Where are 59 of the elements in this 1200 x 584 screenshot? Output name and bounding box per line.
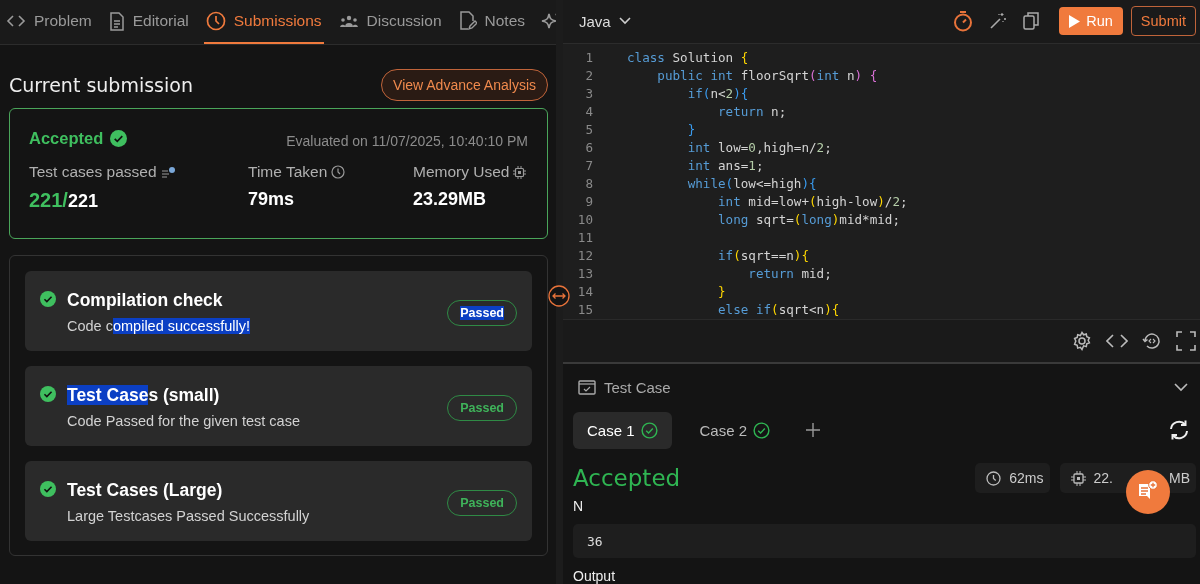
code-line: } [686, 122, 696, 138]
line-number: 4 [584, 104, 593, 120]
code-line: int mid=low+(high-low)/2; [717, 194, 908, 210]
input-field[interactable]: 36 [573, 524, 1196, 558]
code-line: return mid; [747, 266, 832, 282]
check-title: Test Cases (Large) [67, 480, 224, 501]
code-line: class Solution { [627, 50, 749, 66]
code-line: else if(sqrt<n){ [717, 302, 840, 318]
stat-label: Time Taken [248, 163, 328, 181]
section-heading: Current submission [9, 74, 193, 96]
line-number: 6 [584, 140, 593, 156]
line-number: 3 [584, 86, 593, 102]
line-number: 12 [577, 248, 593, 264]
view-analysis-button[interactable]: View Advance Analysis [381, 69, 548, 101]
evaluated-time: Evaluated on 11/07/2025, 10:40:10 PM [286, 132, 528, 149]
stat-label: Memory Used [413, 163, 510, 181]
language-dropdown[interactable]: Java [573, 12, 637, 31]
stat-value: 23.29MB [413, 189, 488, 210]
line-number: 2 [584, 68, 593, 84]
code-line: int low=0,high=n/2; [686, 140, 832, 156]
output-label: Output [573, 568, 617, 584]
code-line: if(n<2){ [686, 86, 749, 102]
case-tab[interactable]: Case 1 [573, 411, 672, 449]
check-title: Test Cases (small) [67, 385, 221, 406]
line-number: 15 [577, 302, 593, 318]
check-description: Large Testcases Passed Successfully [67, 508, 311, 524]
check-title: Compilation check [67, 290, 224, 311]
code-line: long sqrt=(long)mid*mid; [717, 212, 901, 228]
line-number: 5 [584, 122, 593, 138]
submit-button[interactable]: Submit [1130, 6, 1196, 37]
stat-label: Test cases passed [29, 163, 157, 181]
runtime-chip: 62ms [975, 463, 1050, 493]
panel-title: Test Case [604, 378, 671, 396]
panel-tab[interactable]: Discussion [336, 0, 444, 44]
panel-tab[interactable]: Submissions [203, 0, 324, 44]
line-number: 8 [584, 176, 593, 192]
panel-tab[interactable]: Editorial [106, 0, 191, 44]
line-number: 7 [584, 158, 593, 174]
line-number: 10 [577, 212, 593, 228]
input-label: N [573, 498, 585, 514]
check-description: Code Passed for the given test case [67, 413, 301, 429]
line-number: 9 [584, 194, 593, 210]
code-line: } [717, 284, 726, 300]
code-line: return n; [717, 104, 787, 120]
stat-value: 79ms [248, 189, 296, 210]
code-line: public int floorSqrt(int n) { [656, 68, 878, 84]
code-line: int ans=1; [686, 158, 764, 174]
line-number: 13 [577, 266, 593, 282]
line-number: 14 [577, 284, 593, 300]
test-count: 221/221 [29, 189, 99, 212]
line-number: 11 [577, 230, 593, 246]
accepted-status: Accepted [29, 128, 104, 148]
line-number: 1 [584, 50, 593, 66]
result-status: Accepted [573, 465, 681, 491]
panel-tab[interactable]: Notes [456, 0, 528, 44]
case-tab[interactable]: Case 2 [685, 411, 785, 449]
panel-tab[interactable]: Problem [4, 0, 94, 44]
code-line: while(low<=high){ [686, 176, 817, 192]
code-line: if(sqrt==n){ [717, 248, 809, 264]
